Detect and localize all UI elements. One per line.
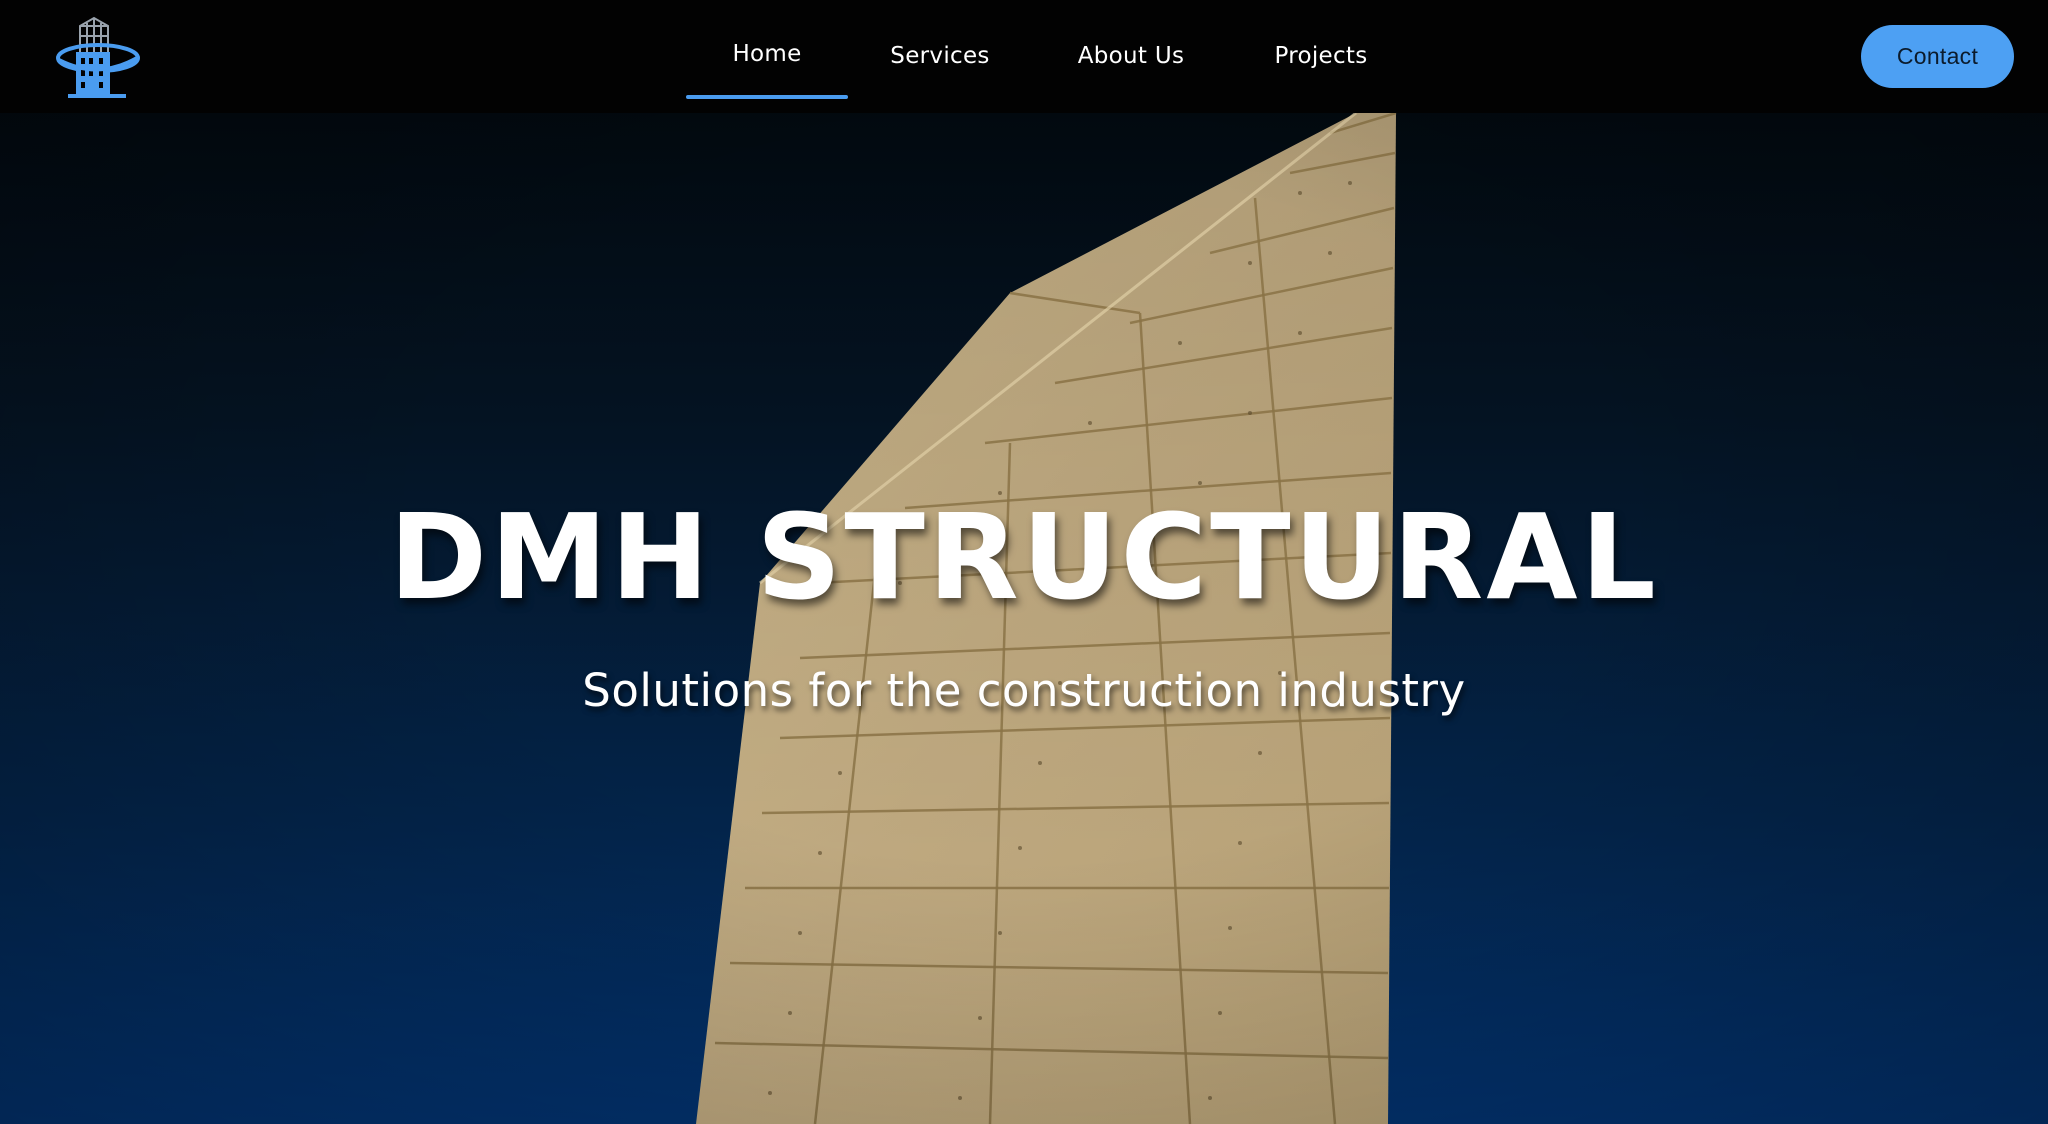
site-header: Home Services About Us Projects Contact [0, 0, 2048, 113]
nav-projects-label: Projects [1274, 43, 1368, 69]
nav-about-us-label: About Us [1077, 43, 1185, 69]
main-nav: Home Services About Us Projects [0, 0, 2048, 113]
nav-services[interactable]: Services [874, 0, 1006, 113]
hero-subtitle: Solutions for the construction industry [582, 664, 1466, 717]
nav-projects[interactable]: Projects [1257, 0, 1385, 113]
active-nav-indicator [686, 95, 848, 99]
hero-section: DMH STRUCTURAL Solutions for the constru… [0, 113, 2048, 1124]
nav-services-label: Services [890, 43, 990, 69]
contact-button[interactable]: Contact [1861, 25, 2014, 88]
nav-about-us[interactable]: About Us [1060, 0, 1202, 113]
nav-home-label: Home [732, 41, 802, 67]
hero-title: DMH STRUCTURAL [389, 488, 1659, 626]
